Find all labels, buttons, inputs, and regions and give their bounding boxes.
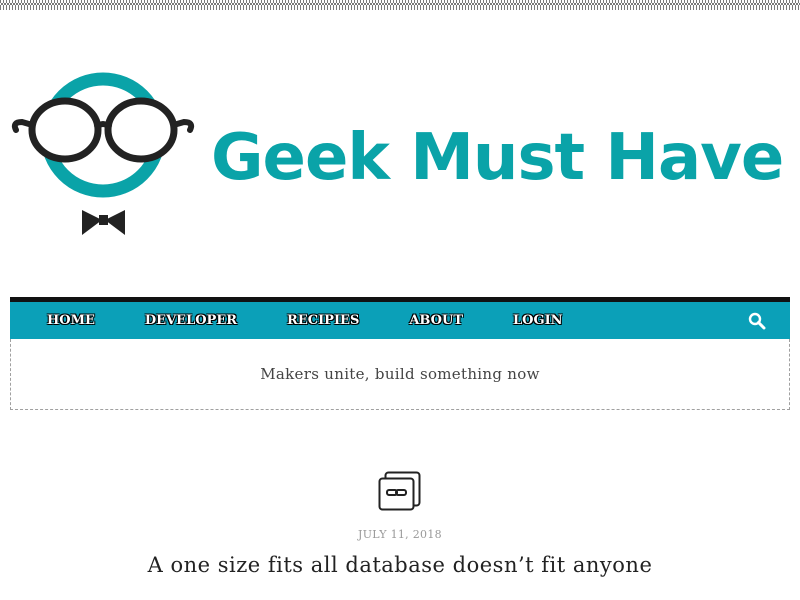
search-icon[interactable]: [748, 312, 766, 330]
site-tagline: Makers unite, build something now: [260, 365, 540, 383]
site-logo-text[interactable]: Geek Must Have: [211, 126, 784, 190]
nav-item-home[interactable]: HOME: [47, 313, 95, 328]
nav-item-developer[interactable]: DEVELOPER: [145, 313, 237, 328]
top-decorative-strip: [0, 0, 800, 10]
nav-item-recipies[interactable]: RECIPIES: [287, 313, 359, 328]
gallery-format-icon: [378, 471, 421, 511]
nav-item-login[interactable]: LOGIN: [513, 313, 563, 328]
main-navigation: HOME DEVELOPER RECIPIES ABOUT LOGIN: [10, 297, 790, 339]
nav-item-about[interactable]: ABOUT: [409, 313, 463, 328]
nav-menu: HOME DEVELOPER RECIPIES ABOUT LOGIN: [10, 302, 613, 339]
post-date: JULY 11, 2018: [358, 528, 442, 541]
post-title-link[interactable]: A one size fits all database doesn’t fit…: [0, 553, 800, 577]
tagline-box: Makers unite, build something now: [10, 339, 790, 410]
site-header-logo[interactable]: Geek Must Have: [8, 70, 798, 240]
geek-glasses-mascot-icon: [11, 72, 195, 235]
